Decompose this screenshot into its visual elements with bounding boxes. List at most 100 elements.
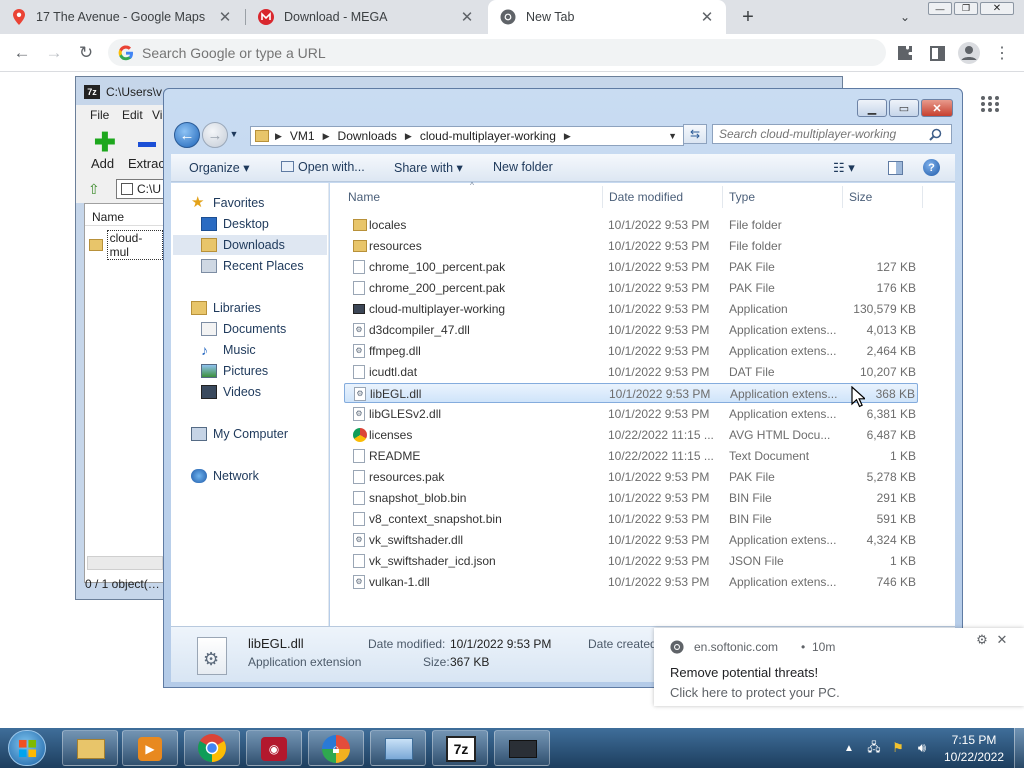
notification-settings-icon[interactable]: ⚙	[974, 632, 990, 648]
omnibox-input[interactable]	[142, 44, 822, 61]
nav-network[interactable]: Network	[191, 466, 259, 486]
file-row[interactable]: cloud-multiplayer-working 10/1/2022 9:53 …	[344, 299, 918, 319]
back-icon[interactable]: ←	[8, 39, 36, 67]
preview-pane-icon[interactable]	[888, 161, 903, 175]
maximize-icon[interactable]: ▭	[889, 99, 919, 117]
nav-my-computer[interactable]: My Computer	[191, 424, 288, 444]
file-row[interactable]: chrome_200_percent.pak 10/1/2022 9:53 PM P…	[344, 278, 918, 298]
minimize-icon[interactable]: —	[928, 2, 952, 15]
change-view-icon[interactable]: ☷ ▾	[833, 160, 855, 176]
add-button[interactable]: Add	[91, 156, 114, 171]
sevenzip-path-field[interactable]: C:\U	[116, 179, 164, 199]
horizontal-scrollbar[interactable]	[87, 556, 163, 570]
column-name[interactable]: Name	[85, 204, 163, 226]
taskbar-chrome[interactable]	[184, 730, 240, 766]
file-row[interactable]: ⚙ libEGL.dll 10/1/2022 9:53 PM Application …	[344, 383, 918, 403]
file-row[interactable]: resources 10/1/2022 9:53 PM File folder	[344, 236, 918, 256]
file-row[interactable]: ⚙ vk_swiftshader.dll 10/1/2022 9:53 PM Appl…	[344, 530, 918, 550]
back-icon[interactable]: ←	[174, 122, 200, 148]
chrome-menu-icon[interactable]: ⋮	[988, 39, 1016, 67]
taskbar-media-player[interactable]: ▶	[122, 730, 178, 766]
file-row[interactable]: icudtl.dat 10/1/2022 9:53 PM DAT File 10,20…	[344, 362, 918, 382]
breadcrumb-downloads[interactable]: Downloads	[338, 129, 397, 143]
address-bar[interactable]: ▶ VM1 ▶ Downloads ▶ cloud-multiplayer-wo…	[250, 126, 684, 146]
taskbar-file-explorer[interactable]	[62, 730, 118, 766]
menu-file[interactable]: File	[90, 108, 109, 122]
nav-desktop[interactable]: Desktop	[201, 214, 269, 234]
tab-mega[interactable]: Download - MEGA ✕	[246, 0, 486, 34]
recent-pages-chevron-icon[interactable]: ▼	[229, 128, 239, 140]
tab-new-tab[interactable]: New Tab ✕	[488, 0, 726, 34]
up-folder-icon[interactable]: ⇧	[88, 181, 100, 198]
file-row[interactable]: chrome_100_percent.pak 10/1/2022 9:53 PM P…	[344, 257, 918, 277]
taskbar-screen-recorder[interactable]: ◉	[246, 730, 302, 766]
taskbar-vpn[interactable]: 🔒︎	[308, 730, 364, 766]
tab-search-chevron-icon[interactable]: ⌄	[896, 8, 914, 26]
breadcrumb-chevron-icon[interactable]: ▶	[275, 131, 282, 142]
taskbar-sevenzip[interactable]: 7z	[432, 730, 488, 766]
nav-favorites[interactable]: ★ Favorites	[191, 193, 264, 213]
file-row[interactable]: ⚙ vulkan-1.dll 10/1/2022 9:53 PM Applicatio…	[344, 572, 918, 592]
breadcrumb-vm1[interactable]: VM1	[290, 129, 315, 143]
show-desktop-button[interactable]	[1014, 728, 1024, 768]
clock-time[interactable]: 7:15 PM	[944, 733, 1004, 747]
close-tab-icon[interactable]: ✕	[216, 8, 234, 26]
file-row[interactable]: resources.pak 10/1/2022 9:53 PM PAK File 5,…	[344, 467, 918, 487]
nav-videos[interactable]: Videos	[201, 382, 261, 402]
minimize-icon[interactable]: ▁	[857, 99, 887, 117]
file-row[interactable]: README 10/22/2022 11:15 ... Text Document 1…	[344, 446, 918, 466]
column-header-date-modified[interactable]: Date modified	[609, 190, 683, 204]
nav-recent-places[interactable]: Recent Places	[201, 256, 304, 276]
sevenzip-file-list[interactable]: Name cloud-mul	[84, 203, 164, 583]
refresh-icon[interactable]: ⇆	[683, 124, 707, 144]
google-apps-icon[interactable]	[980, 96, 1000, 112]
organize-button[interactable]: Organize ▾	[189, 160, 249, 175]
open-with-button[interactable]: Open with...	[281, 160, 365, 174]
restore-icon[interactable]: ❐	[954, 2, 978, 15]
file-row[interactable]: ⚙ ffmpeg.dll 10/1/2022 9:53 PM Application …	[344, 341, 918, 361]
menu-view[interactable]: Vi	[152, 108, 162, 122]
search-input[interactable]	[719, 127, 929, 141]
chrome-notification[interactable]: en.softonic.com • 10m ⚙ ✕ Remove potenti…	[654, 628, 1024, 706]
tray-volume-icon[interactable]: 🔊︎	[914, 740, 930, 756]
new-tab-icon[interactable]: +	[737, 6, 759, 28]
close-window-icon[interactable]: ✕	[980, 2, 1014, 15]
nav-pictures[interactable]: Pictures	[201, 361, 268, 381]
breadcrumb-chevron-icon[interactable]: ▶	[564, 131, 571, 142]
forward-icon[interactable]: →	[40, 39, 68, 67]
nav-documents[interactable]: Documents	[201, 319, 286, 339]
file-row[interactable]: v8_context_snapshot.bin 10/1/2022 9:53 PM…	[344, 509, 918, 529]
start-button[interactable]	[8, 730, 46, 766]
nav-music[interactable]: ♪ Music	[201, 340, 256, 360]
file-row[interactable]: vk_swiftshader_icd.json 10/1/2022 9:53 PM…	[344, 551, 918, 571]
tray-network-icon[interactable]: 🖧︎	[866, 740, 882, 756]
side-panel-icon[interactable]	[923, 39, 951, 67]
add-plus-icon[interactable]: ✚	[94, 129, 116, 155]
profile-avatar-icon[interactable]	[955, 39, 983, 67]
tray-overflow-icon[interactable]: ▲	[843, 742, 855, 754]
close-icon[interactable]: ✕	[921, 99, 953, 117]
close-tab-icon[interactable]: ✕	[698, 8, 716, 26]
taskbar-network-tool[interactable]	[370, 730, 426, 766]
taskbar-app-window[interactable]	[494, 730, 550, 766]
search-box[interactable]	[712, 124, 952, 144]
tab-google-maps[interactable]: 17 The Avenue - Google Maps ✕	[0, 0, 244, 34]
column-header-size[interactable]: Size	[849, 190, 872, 204]
file-row[interactable]: snapshot_blob.bin 10/1/2022 9:53 PM BIN Fi…	[344, 488, 918, 508]
clock-date[interactable]: 10/22/2022	[940, 750, 1008, 764]
extract-minus-icon[interactable]	[138, 142, 156, 147]
help-icon[interactable]: ?	[923, 159, 940, 176]
file-row[interactable]: locales 10/1/2022 9:53 PM File folder	[344, 215, 918, 235]
breadcrumb-current-folder[interactable]: cloud-multiplayer-working	[420, 129, 556, 143]
file-row[interactable]: ⚙ libGLESv2.dll 10/1/2022 9:53 PM Applicati…	[344, 404, 918, 424]
reload-icon[interactable]: ↻	[72, 39, 100, 67]
notification-close-icon[interactable]: ✕	[994, 632, 1010, 648]
list-item[interactable]: cloud-mul	[89, 230, 163, 260]
column-header-name[interactable]: Name	[348, 190, 380, 204]
omnibox[interactable]	[108, 39, 886, 66]
file-row[interactable]: ⚙ d3dcompiler_47.dll 10/1/2022 9:53 PM Appl…	[344, 320, 918, 340]
menu-edit[interactable]: Edit	[122, 108, 143, 122]
close-tab-icon[interactable]: ✕	[458, 8, 476, 26]
extensions-icon[interactable]	[891, 39, 919, 67]
forward-icon[interactable]: →	[202, 122, 228, 148]
